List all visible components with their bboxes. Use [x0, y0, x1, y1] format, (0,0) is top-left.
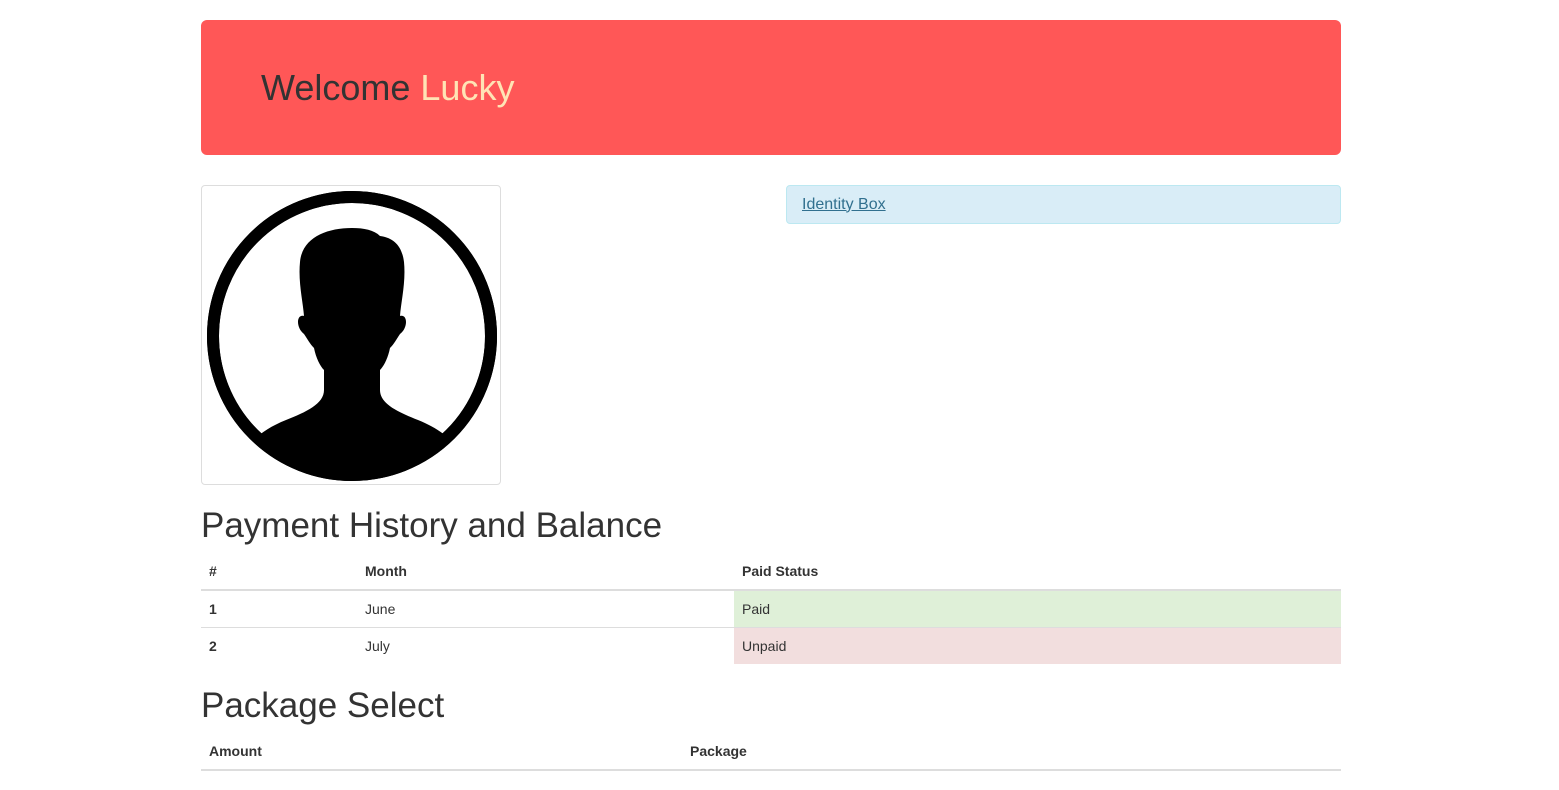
payment-history-title: Payment History and Balance — [201, 506, 663, 545]
table-header-row: Amount Package — [201, 733, 1341, 771]
row-month: June — [357, 589, 734, 627]
column-header-index: # — [201, 553, 357, 591]
welcome-heading: Welcome Lucky — [261, 67, 514, 109]
table-row: 1 June Paid — [201, 589, 1341, 627]
payment-history-table: # Month Paid Status 1 June Paid 2 July U… — [201, 553, 1341, 664]
row-index: 2 — [201, 626, 357, 664]
row-status: Unpaid — [734, 626, 1341, 664]
welcome-banner: Welcome Lucky — [201, 20, 1341, 155]
column-header-package: Package — [682, 733, 1341, 771]
person-silhouette-icon — [207, 191, 497, 481]
column-header-paid-status: Paid Status — [734, 553, 1341, 591]
row-status: Paid — [734, 589, 1341, 627]
column-header-amount: Amount — [201, 733, 682, 771]
profile-row: Identity Box — [201, 185, 1341, 485]
column-header-month: Month — [357, 553, 734, 591]
row-index: 1 — [201, 589, 357, 627]
table-row: 2 July Unpaid — [201, 626, 1341, 664]
identity-box: Identity Box — [786, 185, 1341, 224]
package-select-table: Amount Package — [201, 733, 1341, 771]
avatar — [201, 185, 501, 485]
table-header-row: # Month Paid Status — [201, 553, 1341, 591]
user-name: Lucky — [420, 66, 515, 108]
package-select-title: Package Select — [201, 686, 445, 725]
identity-box-link[interactable]: Identity Box — [802, 196, 886, 214]
welcome-prefix: Welcome — [261, 66, 411, 108]
row-month: July — [357, 626, 734, 664]
main-container: Welcome Lucky Identity Box Payment Histo… — [201, 20, 1341, 771]
